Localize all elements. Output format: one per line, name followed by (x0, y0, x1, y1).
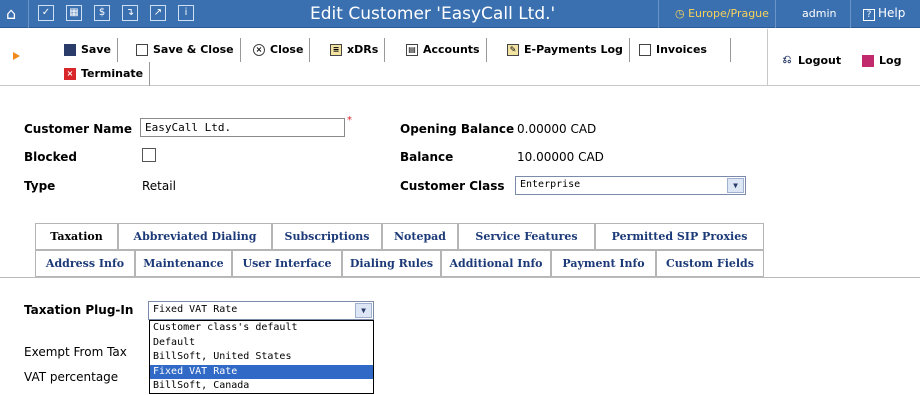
balance-value: 10.00000 CAD (517, 150, 604, 164)
toolbar-arrow-icon (13, 52, 20, 60)
save-button[interactable]: Save (58, 38, 118, 62)
toolbar: Save Save & Close × Close ≡ xDRs ▤ Accou… (0, 29, 920, 86)
divider (850, 0, 851, 28)
tab-custom-fields[interactable]: Custom Fields (656, 250, 764, 277)
tab-dialing-rules[interactable]: Dialing Rules (342, 250, 441, 277)
customer-class-select[interactable]: Enterprise ▼ (515, 176, 746, 195)
close-button[interactable]: × Close (247, 38, 311, 62)
timezone-text: Europe/Prague (688, 7, 769, 20)
close-icon: × (253, 44, 265, 56)
user-link[interactable]: admin (802, 7, 836, 20)
terminate-icon: × (64, 68, 76, 80)
required-mark: * (347, 115, 352, 126)
balance-label: Balance (400, 150, 454, 164)
floppy-close-icon (136, 44, 148, 56)
tab-notepad[interactable]: Notepad (382, 223, 458, 250)
save-close-button[interactable]: Save & Close (130, 38, 241, 62)
divider (775, 0, 776, 28)
logout-label: Logout (798, 54, 842, 67)
tab-bar: Taxation Abbreviated Dialing Subscriptio… (35, 223, 764, 277)
grid-nav-icon[interactable]: ▦ (66, 5, 82, 21)
divider (658, 0, 659, 28)
chevron-down-icon[interactable]: ▼ (355, 303, 372, 318)
page-title: Edit Customer 'EasyCall Ltd.' (310, 4, 556, 24)
option-fixed-vat-rate[interactable]: Fixed VAT Rate (150, 364, 373, 379)
tab-payment-info[interactable]: Payment Info (551, 250, 656, 277)
save-close-label: Save & Close (153, 43, 234, 56)
epayments-icon: ✎ (507, 44, 519, 56)
log-label: Log (879, 54, 902, 67)
taxation-plugin-label: Taxation Plug-In (24, 303, 134, 317)
taxation-plugin-options: Customer class's default Default BillSof… (149, 320, 374, 394)
terminate-button[interactable]: × Terminate (58, 62, 151, 86)
blocked-checkbox[interactable] (142, 148, 156, 162)
tab-permitted-sip-proxies[interactable]: Permitted SIP Proxies (595, 223, 764, 250)
taxation-plugin-value: Fixed VAT Rate (153, 304, 238, 315)
option-billsoft-canada[interactable]: BillSoft, Canada (150, 379, 373, 394)
tab-maintenance[interactable]: Maintenance (135, 250, 232, 277)
vat-percentage-label: VAT percentage (24, 370, 119, 384)
terminate-label: Terminate (81, 67, 144, 80)
download-nav-icon[interactable]: ↴ (122, 5, 138, 21)
customer-class-label: Customer Class (400, 179, 505, 193)
tab-divider (0, 277, 920, 278)
invoices-label: Invoices (656, 43, 707, 56)
info-nav-icon[interactable]: i (178, 5, 194, 21)
epayments-log-button[interactable]: ✎ E-Payments Log (501, 38, 630, 62)
customer-name-label: Customer Name (24, 122, 132, 136)
accounts-icon: ▤ (406, 44, 418, 56)
exempt-from-tax-label: Exempt From Tax (24, 345, 127, 359)
blocked-label: Blocked (24, 150, 78, 164)
xdrs-button[interactable]: ≡ xDRs (324, 38, 386, 62)
xdrs-label: xDRs (347, 43, 379, 56)
floppy-icon (64, 44, 76, 56)
invoices-icon (639, 44, 651, 56)
opening-balance-value: 0.00000 CAD (517, 122, 597, 136)
help-label: Help (878, 6, 906, 20)
tab-taxation[interactable]: Taxation (35, 223, 118, 250)
tab-abbreviated-dialing[interactable]: Abbreviated Dialing (118, 223, 272, 250)
accounts-button[interactable]: ▤ Accounts (400, 38, 487, 62)
tab-user-interface[interactable]: User Interface (232, 250, 342, 277)
epayments-label: E-Payments Log (524, 43, 623, 56)
save-label: Save (81, 43, 111, 56)
option-default[interactable]: Default (150, 336, 373, 351)
log-icon (862, 55, 874, 67)
tab-address-info[interactable]: Address Info (35, 250, 135, 277)
type-value: Retail (142, 179, 176, 193)
opening-balance-label: Opening Balance (400, 122, 515, 136)
help-icon: ? (863, 9, 875, 21)
invoices-button[interactable]: Invoices (633, 38, 731, 62)
help-link[interactable]: ? Help (863, 6, 905, 21)
log-button[interactable]: Log (856, 49, 907, 73)
tab-subscriptions[interactable]: Subscriptions (272, 223, 382, 250)
chevron-down-icon[interactable]: ▼ (727, 178, 744, 193)
top-bar: ⌂ ✓ ▦ $ ↴ ↗ i Edit Customer 'EasyCall Lt… (0, 0, 920, 28)
timezone-link[interactable]: ◷ Europe/Prague (675, 7, 769, 20)
accounts-label: Accounts (423, 43, 480, 56)
xdrs-icon: ≡ (330, 44, 342, 56)
option-customer-class-default[interactable]: Customer class's default (150, 321, 373, 336)
option-billsoft-us[interactable]: BillSoft, United States (150, 350, 373, 365)
taxation-plugin-select[interactable]: Fixed VAT Rate ▼ (148, 301, 374, 320)
divider (767, 29, 768, 86)
chart-nav-icon[interactable]: ↗ (150, 5, 166, 21)
dollar-nav-icon[interactable]: $ (94, 5, 110, 21)
home-icon[interactable]: ⌂ (6, 4, 16, 23)
customer-name-input[interactable]: EasyCall Ltd. (140, 118, 345, 137)
customer-class-value: Enterprise (520, 179, 581, 190)
tab-additional-info[interactable]: Additional Info (441, 250, 551, 277)
logout-button[interactable]: ⎌ Logout (775, 49, 847, 73)
checkbox-nav-icon[interactable]: ✓ (38, 5, 54, 21)
logout-icon: ⎌ (782, 53, 792, 66)
divider (28, 0, 29, 28)
tab-service-features[interactable]: Service Features (458, 223, 595, 250)
type-label: Type (24, 179, 56, 193)
close-label: Close (270, 43, 304, 56)
